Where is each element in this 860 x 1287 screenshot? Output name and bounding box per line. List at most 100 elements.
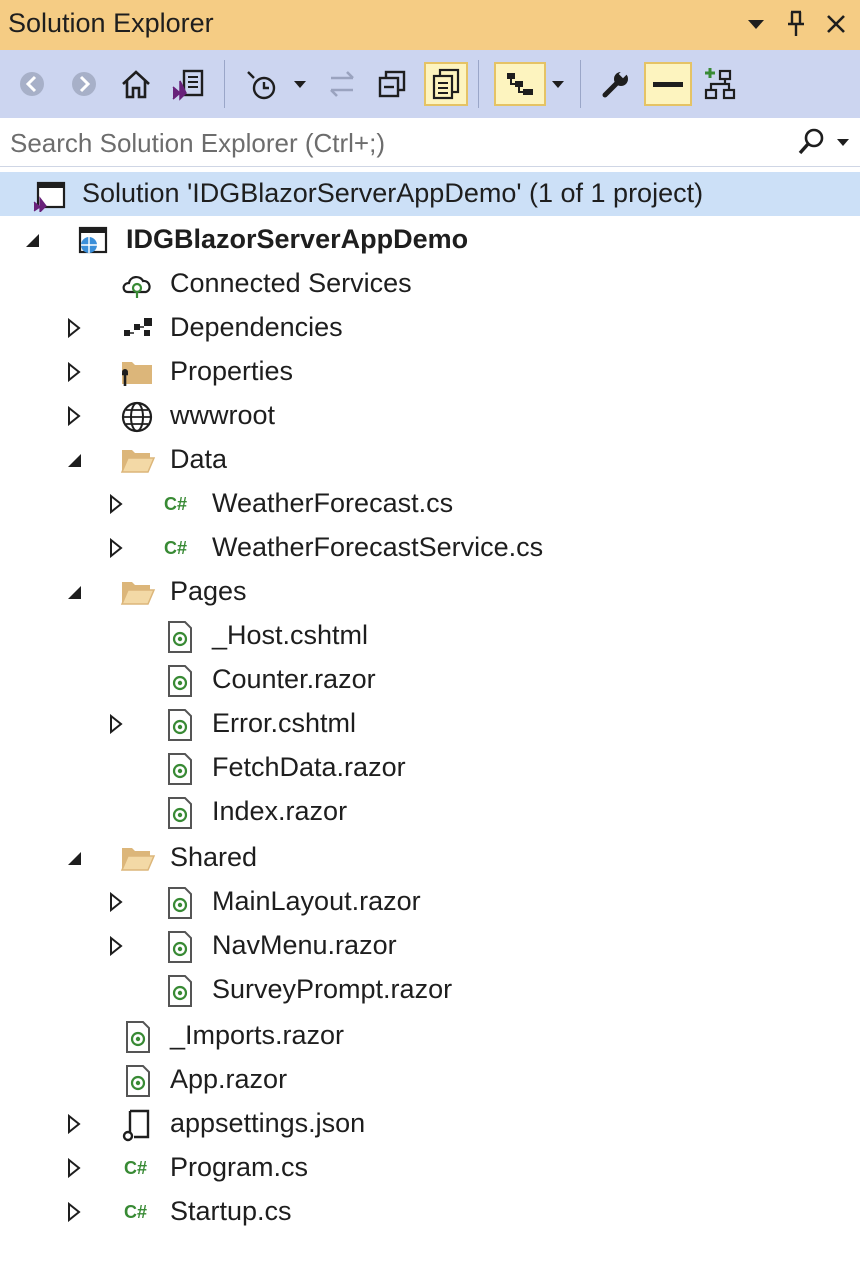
collapsed-arrow-icon[interactable] [64, 1201, 84, 1223]
tree-node-dependencies[interactable]: Dependencies [0, 306, 860, 350]
title-bar: Solution Explorer [0, 0, 860, 50]
preview-selected-items-icon[interactable] [494, 62, 546, 106]
collapsed-arrow-icon[interactable] [64, 317, 84, 339]
web-project-icon [76, 224, 108, 256]
tree-node-properties[interactable]: Properties [0, 350, 860, 394]
tree-label: Error.cshtml [212, 708, 357, 738]
expanded-arrow-icon[interactable] [64, 582, 84, 602]
panel-title: Solution Explorer [8, 8, 214, 38]
back-icon[interactable] [10, 62, 54, 106]
tree-label: Data [170, 444, 228, 474]
tree-node-wwwroot[interactable]: wwwroot [0, 394, 860, 438]
pending-changes-filter-icon[interactable] [240, 62, 284, 106]
tree-node-appsettings[interactable]: appsettings.json [0, 1102, 860, 1146]
switch-views-icon[interactable] [166, 62, 210, 106]
razor-file-icon [166, 620, 198, 653]
csharp-file-icon: C# [164, 538, 188, 558]
razor-file-icon [124, 1020, 156, 1053]
razor-file-icon [166, 974, 198, 1007]
toolbar-separator [580, 60, 581, 108]
expanded-arrow-icon[interactable] [22, 230, 42, 250]
tree-node-host[interactable]: _Host.cshtml [0, 614, 860, 658]
collapsed-arrow-icon[interactable] [64, 405, 84, 427]
tree-node-shared-folder[interactable]: Shared [0, 836, 860, 880]
collapsed-arrow-icon[interactable] [106, 537, 126, 559]
collapsed-arrow-icon[interactable] [106, 891, 126, 913]
home-icon[interactable] [114, 62, 158, 106]
tree-label: Dependencies [170, 312, 343, 342]
tree-label: App.razor [170, 1064, 288, 1094]
tree-label: _Imports.razor [170, 1020, 345, 1050]
sync-with-active-document-icon[interactable] [320, 62, 364, 106]
preview-dropdown-icon[interactable] [546, 62, 570, 106]
project-label: IDGBlazorServerAppDemo [126, 224, 469, 254]
tree-label: WeatherForecastService.cs [212, 532, 544, 562]
razor-file-icon [166, 796, 198, 829]
tree-node-surveyprompt[interactable]: SurveyPrompt.razor [0, 968, 860, 1012]
tree-label: FetchData.razor [212, 752, 406, 782]
show-all-files-icon[interactable] [424, 62, 468, 106]
tree-node-program[interactable]: C# Program.cs [0, 1146, 860, 1190]
search-input[interactable] [8, 124, 772, 162]
tree-node-counter[interactable]: Counter.razor [0, 658, 860, 702]
tree-node-app[interactable]: App.razor [0, 1058, 860, 1102]
collapsed-arrow-icon[interactable] [106, 935, 126, 957]
collapsed-arrow-icon[interactable] [64, 1113, 84, 1135]
dropdown-icon[interactable] [742, 6, 770, 42]
tree-node-error[interactable]: Error.cshtml [0, 702, 860, 746]
collapsed-arrow-icon[interactable] [106, 713, 126, 735]
expanded-arrow-icon[interactable] [64, 450, 84, 470]
forward-icon[interactable] [62, 62, 106, 106]
tree-node-fetchdata[interactable]: FetchData.razor [0, 746, 860, 790]
search-icon[interactable] [796, 126, 856, 158]
tree-label: Properties [170, 356, 294, 386]
tree-node-navmenu[interactable]: NavMenu.razor [0, 924, 860, 968]
razor-file-icon [124, 1064, 156, 1097]
tree-label: WeatherForecast.cs [212, 488, 454, 518]
tree-node-data-folder[interactable]: Data [0, 438, 860, 482]
globe-icon [120, 400, 153, 433]
properties-folder-icon [120, 356, 152, 388]
tree-node-weatherforecastservice[interactable]: C# WeatherForecastService.cs [0, 526, 860, 570]
collapsed-arrow-icon[interactable] [106, 493, 126, 515]
open-folder-icon [120, 842, 156, 874]
tree-node-startup[interactable]: C# Startup.cs [0, 1190, 860, 1234]
tree-label: Pages [170, 576, 247, 606]
tree-node-pages-folder[interactable]: Pages [0, 570, 860, 614]
tree-label: Connected Services [170, 268, 412, 298]
tree-label: appsettings.json [170, 1108, 366, 1138]
filter-dropdown-icon[interactable] [282, 62, 318, 106]
solution-label: Solution 'IDGBlazorServerAppDemo' (1 of … [82, 178, 704, 208]
tree-node-mainlayout[interactable]: MainLayout.razor [0, 880, 860, 924]
toolbar [0, 50, 860, 118]
razor-file-icon [166, 664, 198, 697]
properties-wrench-icon[interactable] [594, 62, 638, 106]
tree-node-connected-services[interactable]: Connected Services [0, 262, 860, 306]
tree-label: _Host.cshtml [212, 620, 369, 650]
close-icon[interactable] [822, 6, 850, 42]
razor-file-icon [166, 708, 198, 741]
expanded-arrow-icon[interactable] [64, 848, 84, 868]
dependencies-icon [120, 312, 152, 344]
tree-label: wwwroot [170, 400, 276, 430]
tree-node-index[interactable]: Index.razor [0, 790, 860, 834]
tree-node-project[interactable]: IDGBlazorServerAppDemo [0, 218, 860, 262]
tree-node-imports[interactable]: _Imports.razor [0, 1014, 860, 1058]
collapsed-arrow-icon[interactable] [64, 361, 84, 383]
solution-icon [32, 178, 66, 214]
pin-icon[interactable] [782, 6, 810, 42]
open-folder-icon [120, 444, 156, 476]
collapse-all-icon[interactable] [370, 62, 414, 106]
razor-file-icon [166, 886, 198, 919]
tree-label: MainLayout.razor [212, 886, 421, 916]
collapse-panel-icon[interactable] [644, 62, 692, 106]
solution-node[interactable]: Solution 'IDGBlazorServerAppDemo' (1 of … [0, 172, 860, 216]
tree-label: SurveyPrompt.razor [212, 974, 453, 1004]
tree-node-weatherforecast[interactable]: C# WeatherForecast.cs [0, 482, 860, 526]
tree-label: Counter.razor [212, 664, 376, 694]
tree-label: Index.razor [212, 796, 348, 826]
collapsed-arrow-icon[interactable] [64, 1157, 84, 1179]
razor-file-icon [166, 930, 198, 963]
search-bar [0, 118, 860, 167]
new-solution-explorer-view-icon[interactable] [698, 62, 742, 106]
